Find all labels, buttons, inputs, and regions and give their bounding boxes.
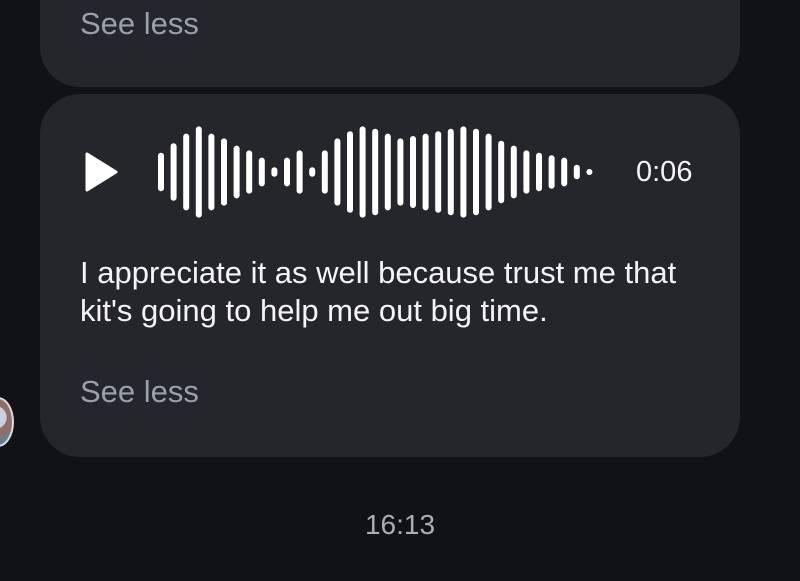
waveform-bar bbox=[536, 152, 542, 192]
waveform-bar bbox=[359, 126, 366, 218]
message-timestamp: 16:13 bbox=[364, 509, 436, 540]
previous-message-bubble: See less bbox=[40, 0, 740, 87]
see-less-link-previous[interactable]: See less bbox=[80, 6, 199, 42]
avatar[interactable] bbox=[0, 397, 14, 447]
waveform-bar bbox=[435, 131, 442, 213]
waveform-bar bbox=[384, 133, 391, 211]
waveform-bar bbox=[271, 167, 278, 177]
audio-duration: 0:06 bbox=[636, 156, 693, 188]
waveform-bar bbox=[258, 157, 265, 187]
waveform-bar bbox=[548, 155, 555, 189]
waveform-bar bbox=[410, 136, 416, 208]
waveform-bar bbox=[347, 131, 353, 213]
waveform-bar bbox=[473, 128, 479, 216]
chat-screen: See less 0:06 I appreciate it as well be… bbox=[0, 0, 800, 581]
waveform-bar bbox=[372, 128, 379, 216]
waveform-bar bbox=[309, 167, 316, 177]
play-icon[interactable] bbox=[84, 152, 118, 192]
voice-message-bubble: 0:06 I appreciate it as well because tru… bbox=[40, 94, 740, 457]
waveform-bar bbox=[586, 169, 593, 175]
waveform-bar bbox=[498, 140, 505, 204]
waveform-bar bbox=[296, 150, 303, 194]
waveform-bar bbox=[397, 138, 404, 206]
waveform-bar bbox=[183, 133, 190, 211]
waveform-bar bbox=[485, 133, 492, 211]
waveform-bar bbox=[460, 126, 467, 218]
waveform-bar bbox=[284, 157, 290, 187]
waveform-bar bbox=[510, 145, 517, 199]
waveform-bar bbox=[523, 150, 530, 194]
waveform-bar bbox=[195, 126, 202, 218]
waveform-bar bbox=[246, 150, 253, 194]
waveform-bar bbox=[334, 138, 341, 206]
waveform-bar bbox=[447, 128, 454, 216]
waveform-bar bbox=[233, 145, 240, 199]
waveform-bar bbox=[170, 143, 177, 201]
voice-transcript: I appreciate it as well because trust me… bbox=[80, 255, 677, 328]
waveform-bar bbox=[422, 133, 429, 211]
see-less-link[interactable]: See less bbox=[80, 374, 199, 410]
waveform-bar bbox=[221, 138, 227, 206]
waveform-bar bbox=[321, 150, 328, 194]
audio-waveform[interactable] bbox=[158, 122, 608, 222]
waveform-bar bbox=[561, 157, 568, 187]
waveform-bar bbox=[573, 164, 580, 180]
waveform-bar bbox=[158, 152, 164, 192]
waveform-bar bbox=[208, 133, 215, 211]
